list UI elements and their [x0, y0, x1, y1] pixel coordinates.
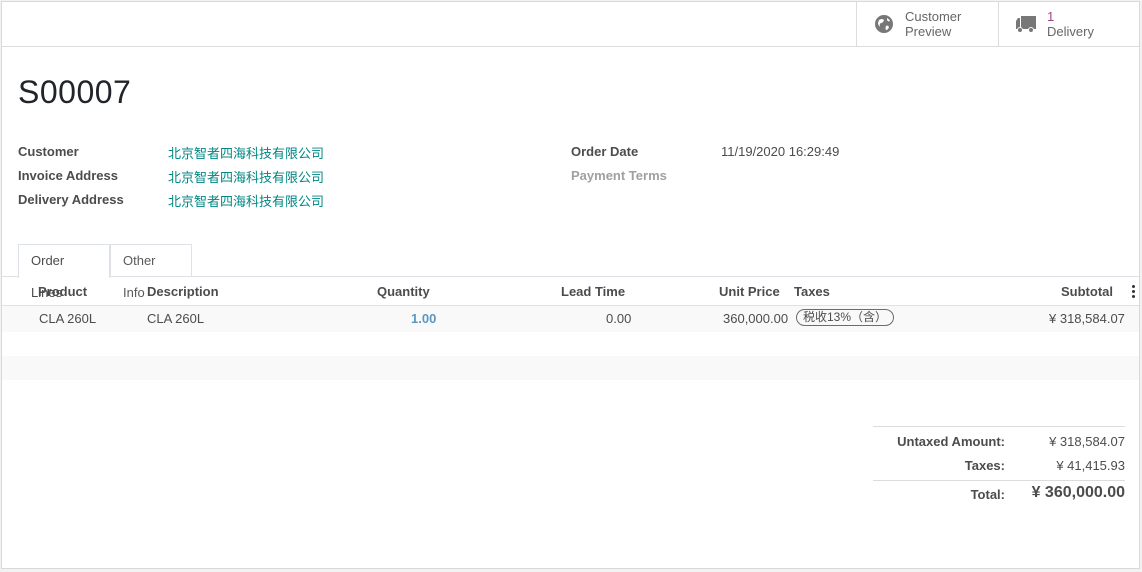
- untaxed-amount-label: Untaxed Amount:: [897, 434, 1005, 449]
- totals-divider: [873, 426, 1125, 427]
- order-lines-header: Product Description Quantity Lead Time U…: [2, 279, 1139, 306]
- col-taxes[interactable]: Taxes: [794, 284, 830, 299]
- tab-divider: [2, 276, 1139, 277]
- cell-quantity: 1.00: [411, 311, 437, 326]
- cell-subtotal: ¥ 318,584.07: [1049, 311, 1125, 326]
- col-unit-price[interactable]: Unit Price: [719, 284, 780, 299]
- customer-preview-button[interactable]: Customer Preview: [856, 2, 998, 46]
- tab-other-info[interactable]: Other Info: [110, 244, 192, 300]
- col-quantity[interactable]: Quantity: [377, 284, 430, 299]
- customer-preview-line2: Preview: [905, 24, 952, 39]
- untaxed-amount-value: ¥ 318,584.07: [1049, 434, 1125, 449]
- truck-icon: [1015, 13, 1037, 35]
- optional-columns-icon[interactable]: [1132, 285, 1135, 300]
- order-name: S00007: [18, 74, 132, 110]
- customer-label: Customer: [18, 144, 79, 159]
- sale-order-form: Customer Preview 1 Delivery S00007 Custo…: [1, 1, 1140, 569]
- delivery-address-link[interactable]: 北京智者四海科技有限公司: [168, 191, 324, 210]
- totals-divider: [873, 480, 1125, 481]
- cell-unit-price: 360,000.00: [723, 311, 789, 326]
- order-date-label: Order Date: [571, 144, 639, 159]
- taxes-label: Taxes:: [964, 458, 1005, 473]
- delivery-address-label: Delivery Address: [18, 192, 124, 207]
- delivery-label: Delivery: [1047, 24, 1094, 39]
- customer-link[interactable]: 北京智者四海科技有限公司: [168, 143, 324, 162]
- payment-terms-label: Payment Terms: [571, 168, 667, 183]
- order-date-value: 11/19/2020 16:29:49: [721, 144, 840, 159]
- cell-lead-time: 0.00: [606, 311, 632, 326]
- button-box: Customer Preview 1 Delivery: [2, 2, 1139, 47]
- tax-badge: 税收13%（含）: [796, 309, 895, 326]
- cell-description: CLA 260L: [147, 311, 205, 326]
- col-description[interactable]: Description: [147, 284, 219, 299]
- col-lead-time[interactable]: Lead Time: [561, 284, 625, 299]
- delivery-count: 1: [1047, 9, 1055, 24]
- taxes-value: ¥ 41,415.93: [1056, 458, 1125, 473]
- table-row[interactable]: CLA 260L CLA 260L 1.00 0.00 360,000.00 税…: [2, 306, 1139, 332]
- total-label: Total:: [970, 487, 1005, 502]
- delivery-button[interactable]: 1 Delivery: [998, 2, 1139, 46]
- empty-row: [2, 356, 1139, 380]
- invoice-address-link[interactable]: 北京智者四海科技有限公司: [168, 167, 324, 186]
- tab-order-lines[interactable]: Order Lines: [18, 244, 110, 300]
- customer-preview-line1: Customer: [905, 9, 962, 24]
- globe-icon: [873, 13, 895, 35]
- col-subtotal[interactable]: Subtotal: [1061, 284, 1113, 299]
- invoice-address-label: Invoice Address: [18, 168, 118, 183]
- total-value: ¥ 360,000.00: [1031, 484, 1125, 501]
- cell-product: CLA 260L: [39, 311, 97, 326]
- empty-row: [2, 332, 1139, 356]
